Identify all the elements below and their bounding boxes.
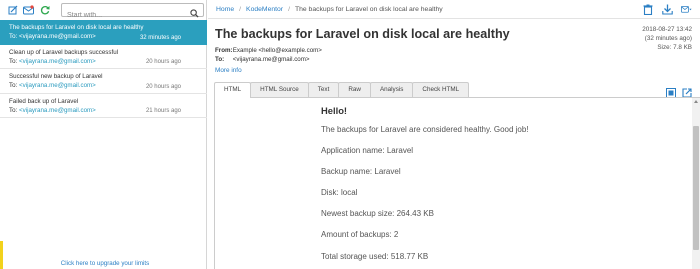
message-time: 20 hours ago (145, 83, 181, 90)
email-line: Backup name: Laravel (321, 167, 401, 177)
email-greeting: Hello! (321, 105, 348, 116)
preview-scrollbar[interactable] (692, 98, 700, 269)
inbox-icon[interactable] (23, 4, 34, 15)
tab-html[interactable]: HTML (214, 82, 252, 98)
search-icon[interactable] (190, 5, 200, 18)
message-date: 2018-08-27 13:42 (642, 26, 692, 33)
email-line: Total storage used: 518.77 KB (321, 251, 429, 261)
mailtrap-app: The backups for Laravel on disk local ar… (0, 0, 700, 269)
sidebar: The backups for Laravel on disk local ar… (0, 0, 207, 269)
email-line: Application name: Laravel (321, 146, 414, 156)
from-value: Example <hello@example.com> (232, 47, 322, 54)
message-relative-time: (32 minutes ago) (644, 34, 692, 42)
message-list: The backups for Laravel on disk local ar… (0, 20, 207, 118)
email-line: Amount of backups: 2 (321, 230, 399, 240)
tab-check-html[interactable]: Check HTML (412, 82, 470, 97)
from-label: From: (215, 47, 233, 54)
message-item[interactable]: Failed back up of Laravel To: <vijayrana… (0, 94, 207, 118)
tab-analysis[interactable]: Analysis (369, 82, 414, 97)
email-body: Hello! The backups for Laravel are consi… (321, 105, 529, 269)
message-item[interactable]: Clean up of Laravel backups successful T… (0, 45, 207, 69)
search-field[interactable] (61, 3, 204, 22)
message-view: Home / KodeMentor / The backups for Lara… (208, 0, 700, 269)
email-line: Newest backup size: 264.43 KB (321, 209, 434, 219)
compose-icon[interactable] (7, 4, 18, 15)
message-subject: Clean up of Laravel backups successful (9, 48, 119, 56)
message-time: 32 minutes ago (139, 34, 181, 41)
message-subject: The backups for Laravel on disk local ar… (9, 24, 144, 31)
more-info-link[interactable]: More info (215, 67, 242, 74)
breadcrumb-home[interactable]: Home (216, 6, 234, 13)
refresh-icon[interactable] (39, 4, 50, 15)
scrollbar-thumb[interactable] (693, 126, 699, 250)
message-item[interactable]: The backups for Laravel on disk local ar… (0, 20, 207, 45)
message-headers: From: Example <hello@example.com> To: <v… (215, 47, 322, 64)
tab-text[interactable]: Text (307, 82, 340, 97)
forward-icon[interactable] (681, 4, 692, 15)
recipient-address: <vijayrana.me@gmail.com> (19, 106, 96, 114)
view-tabs: HTML HTML Source Text Raw Analysis Check… (214, 82, 470, 98)
message-item[interactable]: Successful new backup of Laravel To: <vi… (0, 69, 207, 94)
recipient-address: <vijayrana.me@gmail.com> (19, 33, 96, 40)
message-subject: Successful new backup of Laravel (9, 73, 103, 80)
email-line: The backups for Laravel are considered h… (321, 125, 529, 134)
download-icon[interactable] (662, 4, 673, 15)
breadcrumb-separator: / (288, 5, 290, 13)
recipient-address: <vijayrana.me@gmail.com> (19, 57, 96, 65)
tab-html-source[interactable]: HTML Source (250, 82, 309, 97)
tab-raw[interactable]: Raw (338, 82, 371, 97)
breadcrumb-inbox[interactable]: KodeMentor (246, 6, 283, 13)
recipient-address: <vijayrana.me@gmail.com> (19, 82, 96, 89)
email-line: Disk: local (321, 188, 358, 198)
to-label: To: (9, 106, 18, 114)
trash-icon[interactable] (643, 4, 654, 15)
message-subject: Failed back up of Laravel (9, 97, 79, 105)
html-preview: Hello! The backups for Laravel are consi… (214, 97, 692, 269)
breadcrumb-separator: / (239, 5, 242, 13)
to-label: To: (9, 33, 18, 40)
to-value: <vijayrana.me@gmail.com> (232, 55, 310, 63)
message-subject-title: The backups for Laravel on disk local ar… (215, 27, 510, 41)
to-label: To: (9, 82, 18, 89)
message-time: 21 hours ago (145, 108, 181, 114)
breadcrumb-current: The backups for Laravel on disk local ar… (294, 5, 443, 13)
message-time: 20 hours ago (145, 59, 181, 65)
to-label: To: (215, 55, 225, 63)
breadcrumb: Home / KodeMentor / The backups for Lara… (208, 0, 700, 19)
message-actions (643, 4, 692, 15)
to-label: To: (9, 57, 18, 65)
scroll-up-arrow[interactable] (694, 100, 698, 103)
upgrade-link[interactable]: Click here to upgrade your limits (0, 241, 207, 269)
message-meta: 2018-08-27 13:42 (32 minutes ago) Size: … (642, 26, 692, 52)
message-size: Size: 7.8 KB (657, 43, 692, 51)
